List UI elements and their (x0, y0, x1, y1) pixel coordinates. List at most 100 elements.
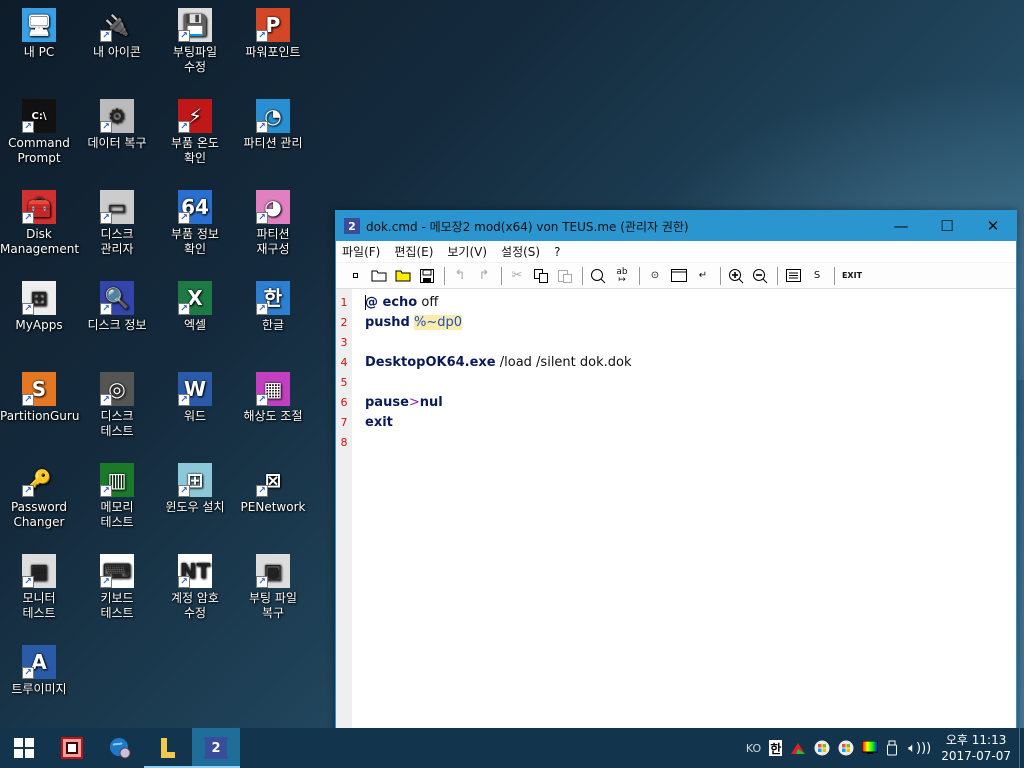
ime-mode[interactable]: 한 (769, 740, 783, 756)
code-area[interactable]: @ echo off pushd %~dp0 DesktopOK64.exe /lo… (352, 289, 1016, 739)
desktop-icon[interactable]: 🔌 ↗ 내 아이콘 (78, 8, 156, 60)
zoom-out-button[interactable] (749, 265, 771, 287)
open-button[interactable] (368, 265, 390, 287)
window-button[interactable] (668, 265, 690, 287)
notepad2-app-icon[interactable]: 2 (344, 218, 360, 234)
desktop-icon[interactable]: ⊞ ↗ 윈도우 설치 (156, 463, 234, 515)
input-language[interactable]: KO (746, 742, 761, 755)
desktop-icon[interactable]: NT ↗ 계정 암호 수정 (156, 554, 234, 621)
word-wrap-button[interactable]: ↵ (692, 265, 714, 287)
code-line: pause>nul (365, 393, 1016, 413)
desktop-icon[interactable]: X ↗ 엑셀 (156, 281, 234, 333)
menu-settings[interactable]: 설정(S) (501, 243, 540, 260)
desktop-icon[interactable]: 💾 ↗ 부팅파일 수정 (156, 8, 234, 75)
syntax-button[interactable]: S (806, 265, 828, 287)
usb-safely-remove-icon[interactable] (886, 740, 900, 756)
desktop-icon[interactable]: ◎ ↗ 디스크 테스트 (78, 372, 156, 439)
desktop-icon[interactable]: C:\ ↗ Command Prompt (0, 99, 78, 166)
desktop-icon[interactable]: 64 ↗ 부품 정보 확인 (156, 190, 234, 257)
goto-button[interactable]: ⊙ (644, 265, 666, 287)
undo-button[interactable]: ↰ (449, 265, 471, 287)
maximize-button[interactable]: ☐ (924, 211, 970, 241)
show-desktop-button[interactable] (1019, 728, 1024, 768)
code-token: pushd (365, 315, 410, 330)
desktop-icon[interactable]: ▭ ↗ 디스크 관리자 (78, 190, 156, 257)
menu-help[interactable]: ? (554, 245, 560, 259)
zoom-out-icon (753, 268, 768, 283)
volume-icon[interactable]: 🔈︎))) (908, 741, 931, 756)
menu-edit[interactable]: 편집(E) (394, 243, 433, 260)
tray-display-icon[interactable] (862, 741, 879, 755)
menu-file[interactable]: 파일(F) (342, 243, 380, 260)
desktop-icon[interactable]: 🖥 내 PC (0, 8, 78, 60)
desktop-icon[interactable]: ▦ ↗ 모니터 테스트 (0, 554, 78, 621)
desktop-icon[interactable]: ⚙ ↗ 데이터 복구 (78, 99, 156, 151)
taskbar-app-explorer[interactable] (144, 728, 192, 768)
exit-button[interactable]: EXIT (839, 265, 865, 287)
windows-setup-icon: ⊞ ↗ (178, 463, 212, 497)
desktop-icon[interactable]: ▣ ↗ 부팅 파일 복구 (234, 554, 312, 621)
desktop-icon-label: MyApps (15, 318, 63, 332)
desktop-icon[interactable]: ⌨ ↗ 키보드 테스트 (78, 554, 156, 621)
line-number: 1 (340, 296, 348, 309)
shortcut-arrow-icon: ↗ (100, 30, 112, 42)
tray-app-triangle-icon[interactable] (790, 741, 806, 755)
desktop-icon[interactable]: ◕ ↗ 파티션 재구성 (234, 190, 312, 257)
desktop-icon[interactable]: ▥ ↗ 메모리 테스트 (78, 463, 156, 530)
code-token: @ (365, 295, 383, 310)
desktop-icon[interactable]: ◔ ↗ 파티션 관리 (234, 99, 312, 151)
taskbar-app-browser[interactable] (96, 728, 144, 768)
minimize-button[interactable]: — (878, 211, 924, 241)
tray-windows-orb-icon[interactable] (814, 740, 830, 756)
find-button[interactable] (587, 265, 609, 287)
shortcut-arrow-icon: ↗ (256, 576, 268, 588)
desktop-icon[interactable]: 🔍 ↗ 디스크 정보 (78, 281, 156, 333)
desktop-icon[interactable]: ▦ ↗ 해상도 조절 (234, 372, 312, 424)
desktop-icon[interactable]: ⚡ ↗ 부품 온도 확인 (156, 99, 234, 166)
taskbar-app-notepad2[interactable]: 2 (192, 728, 240, 768)
paste-button[interactable] (554, 265, 576, 287)
desktop-icon[interactable]: ⊠ ↗ PENetwork (234, 463, 312, 515)
desktop-icon[interactable]: P ↗ 파워포인트 (234, 8, 312, 60)
shortcut-arrow-icon: ↗ (22, 667, 34, 679)
window-frame-icon (671, 269, 687, 282)
desktop-icon[interactable]: W ↗ 워드 (156, 372, 234, 424)
redo-button[interactable]: ↱ (473, 265, 495, 287)
editor[interactable]: 12345678 @ echo off pushd %~dp0 DesktopOK6… (336, 289, 1016, 739)
menu-view[interactable]: 보기(V) (447, 243, 487, 260)
desktop-icon-label: 윈도우 설치 (165, 500, 225, 514)
globe-icon (110, 738, 131, 759)
zoom-in-button[interactable] (725, 265, 747, 287)
partition-pie-icon: ◕ ↗ (256, 190, 290, 224)
replace-button[interactable]: ab ↦ (611, 265, 633, 287)
shortcut-arrow-icon: ↗ (178, 30, 190, 42)
desktop-icon[interactable]: 🔑 ↗ Password Changer (0, 463, 78, 530)
floppy-edit-icon: 💾 ↗ (178, 8, 212, 42)
clock[interactable]: 오후 11:13 2017-07-07 (941, 732, 1011, 764)
line-number-gutter: 1 2 3 4 5 6 7 8 (336, 289, 352, 739)
desktop-icon[interactable]: A ↗ 트루이미지 (0, 645, 78, 697)
desktop-icon[interactable]: 한 ↗ 한글 (234, 281, 312, 333)
new-file-button[interactable] (344, 265, 366, 287)
save-button[interactable] (416, 265, 438, 287)
browse-button[interactable] (392, 265, 414, 287)
schemes-button[interactable] (782, 265, 804, 287)
text-lines-icon (785, 269, 801, 282)
desktop-icon[interactable]: ⊞ ↗ MyApps (0, 281, 78, 333)
title-bar[interactable]: 2 dok.cmd - 메모장2 mod(x64) von TEUS.me (관… (336, 211, 1016, 241)
copy-button[interactable] (530, 265, 552, 287)
desktop-icon-label: 한글 (261, 318, 285, 332)
close-button[interactable]: ✕ (970, 211, 1016, 241)
desktop-icon[interactable]: S ↗ PartitionGuru (0, 372, 79, 424)
cut-button[interactable]: ✂ (506, 265, 528, 287)
line-number: 3 (340, 336, 348, 349)
toolbar-separator (777, 266, 778, 285)
tray-windows-orb-icon-2[interactable] (838, 740, 854, 756)
shortcut-arrow-icon: ↗ (256, 121, 268, 133)
shortcut-arrow-icon: ↗ (178, 121, 190, 133)
taskbar-app-red-tool[interactable] (48, 728, 96, 768)
start-button[interactable] (0, 728, 48, 768)
shortcut-arrow-icon: ↗ (22, 121, 34, 133)
desktop-icon[interactable]: 🧰 ↗ Disk Management (0, 190, 79, 257)
system-tray: KO 한 🔈︎))) 오후 11:13 2017-07-07 (742, 728, 1024, 768)
